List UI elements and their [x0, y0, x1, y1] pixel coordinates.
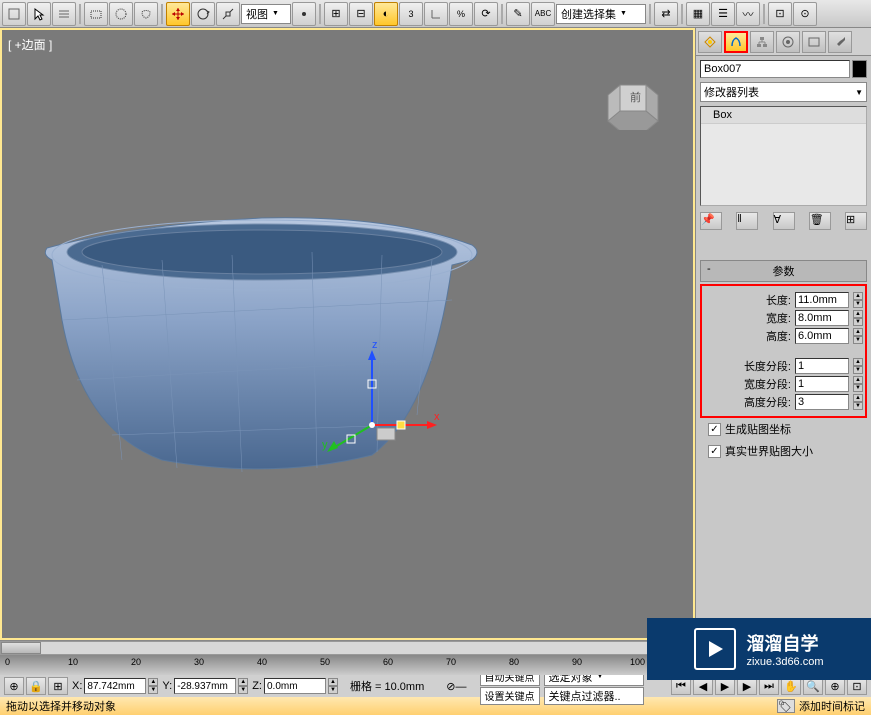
real-world-checkbox[interactable]: ✓ [708, 445, 721, 458]
y-label: Y: [162, 680, 172, 692]
svg-text:z: z [372, 340, 378, 351]
object-name-input[interactable] [700, 60, 850, 78]
parameters-box: 长度: ▲▼ 宽度: ▲▼ 高度: ▲▼ 长度分段: [700, 284, 867, 418]
width-segs-label: 宽度分段: [744, 376, 791, 392]
gen-mapping-label: 生成贴图坐标 [725, 421, 791, 437]
rotate-tool[interactable] [191, 2, 215, 26]
svg-text:前: 前 [630, 90, 641, 104]
align-btn[interactable]: ▦ [686, 2, 710, 26]
display-tab[interactable] [802, 31, 826, 53]
named-sel-abc[interactable]: ABC [531, 2, 555, 26]
z-spinner[interactable]: ▲▼ [328, 678, 338, 694]
real-world-label: 真实世界贴图大小 [725, 443, 813, 459]
command-panel: 修改器列表▼ Box 📌 ‖ ∀ 🗑 ⊞ 参数 长度: [695, 28, 871, 640]
scale-tool[interactable] [216, 2, 240, 26]
coord-system-dropdown[interactable]: 视图 [241, 4, 291, 24]
tool-btn-cursor[interactable] [27, 2, 51, 26]
y-coord-input[interactable] [174, 678, 236, 694]
tool-btn-b[interactable]: ⊟ [349, 2, 373, 26]
width-segs-input[interactable] [795, 376, 849, 392]
prompt-bar: 拖动以选择并移动对象 🏷 添加时间标记 [0, 697, 871, 715]
tool-btn-circle[interactable] [109, 2, 133, 26]
named-sel-edit[interactable]: ✎ [506, 2, 530, 26]
snap-spin[interactable]: ⟳ [474, 2, 498, 26]
mirror-btn[interactable]: ⇄ [654, 2, 678, 26]
panel-tabs [696, 28, 871, 56]
height-segs-input[interactable] [795, 394, 849, 410]
key-icon: ⊘— [446, 680, 466, 693]
schematic-btn[interactable]: ⊡ [768, 2, 792, 26]
tool-btn-a[interactable]: ⊞ [324, 2, 348, 26]
tool-btn-lasso[interactable] [134, 2, 158, 26]
grid-label: 栅格 = 10.0mm [350, 678, 424, 694]
object-color-swatch[interactable] [852, 60, 867, 78]
length-segs-label: 长度分段: [744, 358, 791, 374]
motion-tab[interactable] [776, 31, 800, 53]
watermark: 溜溜自学 zixue.3d66.com [647, 618, 871, 680]
pin-stack-btn[interactable]: 📌 [700, 212, 722, 230]
utilities-tab[interactable] [828, 31, 852, 53]
abs-rel-btn[interactable]: ⊞ [48, 677, 68, 695]
snap-3[interactable]: 3 [399, 2, 423, 26]
length-segs-input[interactable] [795, 358, 849, 374]
watermark-text: 溜溜自学 [746, 630, 823, 656]
modifier-item-box[interactable]: Box [701, 107, 866, 124]
viewport[interactable]: [ +边面 ] 前 [0, 28, 695, 640]
make-unique-btn[interactable]: ∀ [773, 212, 795, 230]
move-tool[interactable] [166, 2, 190, 26]
remove-mod-btn[interactable]: 🗑 [809, 212, 831, 230]
length-spinner[interactable]: ▲▼ [853, 292, 863, 308]
tool-btn-1[interactable] [2, 2, 26, 26]
pivot-btn[interactable] [292, 2, 316, 26]
height-label: 高度: [766, 328, 791, 344]
height-spinner[interactable]: ▲▼ [853, 328, 863, 344]
modifier-stack[interactable]: Box [700, 106, 867, 206]
length-segs-spinner[interactable]: ▲▼ [853, 358, 863, 374]
x-coord-input[interactable] [84, 678, 146, 694]
params-rollout-header[interactable]: 参数 [700, 260, 867, 282]
length-input[interactable] [795, 292, 849, 308]
prompt-text: 拖动以选择并移动对象 [6, 698, 777, 714]
layers-btn[interactable]: ☰ [711, 2, 735, 26]
width-segs-spinner[interactable]: ▲▼ [853, 376, 863, 392]
add-time-tag[interactable]: 添加时间标记 [799, 698, 865, 714]
z-coord-input[interactable] [264, 678, 326, 694]
length-label: 长度: [766, 292, 791, 308]
tool-btn-c[interactable]: ◐ [374, 2, 398, 26]
modifier-list-dropdown[interactable]: 修改器列表▼ [700, 82, 867, 102]
tool-btn-3[interactable] [52, 2, 76, 26]
y-spinner[interactable]: ▲▼ [238, 678, 248, 694]
width-spinner[interactable]: ▲▼ [853, 310, 863, 326]
height-segs-label: 高度分段: [744, 394, 791, 410]
axis-gizmo[interactable]: z x y [322, 340, 442, 460]
play-icon [694, 628, 736, 670]
svg-text:y: y [322, 439, 328, 451]
lock-sel-btn[interactable]: 🔒 [26, 677, 46, 695]
tag-icon[interactable]: 🏷 [777, 699, 795, 713]
modify-tab[interactable] [724, 31, 748, 53]
create-tab[interactable] [698, 31, 722, 53]
watermark-url: zixue.3d66.com [746, 656, 823, 668]
selection-set-dropdown[interactable]: 创建选择集 [556, 4, 646, 24]
height-input[interactable] [795, 328, 849, 344]
viewcube[interactable]: 前 [603, 80, 663, 130]
svg-text:x: x [434, 411, 440, 423]
configure-btn[interactable]: ⊞ [845, 212, 867, 230]
width-input[interactable] [795, 310, 849, 326]
main-toolbar: 视图 ⊞ ⊟ ◐ 3 % ⟳ ✎ ABC 创建选择集 ⇄ ▦ ☰ 〰 ⊡ ⊙ [0, 0, 871, 28]
material-btn[interactable]: ⊙ [793, 2, 817, 26]
show-result-btn[interactable]: ‖ [736, 212, 758, 230]
snap-pct[interactable]: % [449, 2, 473, 26]
hierarchy-tab[interactable] [750, 31, 774, 53]
gen-mapping-checkbox[interactable]: ✓ [708, 423, 721, 436]
height-segs-spinner[interactable]: ▲▼ [853, 394, 863, 410]
x-spinner[interactable]: ▲▼ [148, 678, 158, 694]
tool-btn-rect[interactable] [84, 2, 108, 26]
snap-angle[interactable] [424, 2, 448, 26]
width-label: 宽度: [766, 310, 791, 326]
curve-editor-btn[interactable]: 〰 [736, 2, 760, 26]
x-label: X: [72, 680, 82, 692]
lock-btn[interactable]: ⊕ [4, 677, 24, 695]
z-label: Z: [252, 680, 262, 692]
